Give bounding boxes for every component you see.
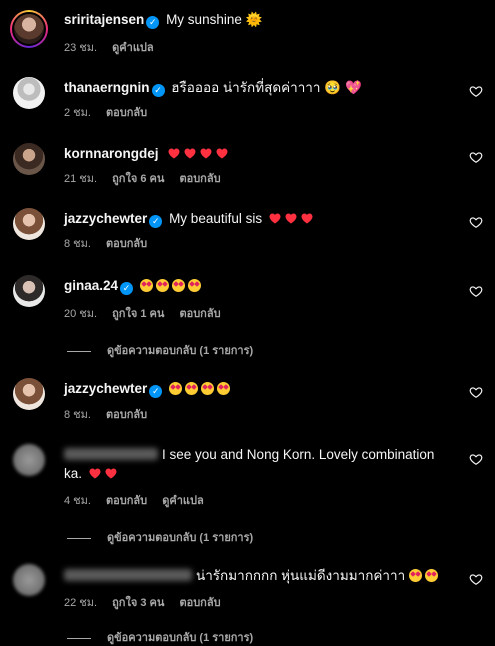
- avatar[interactable]: [13, 444, 45, 476]
- like-heart-icon[interactable]: [469, 385, 483, 399]
- comment-username[interactable]: sriritajensen: [64, 12, 144, 27]
- likes-count[interactable]: ถูกใจ 1 คน: [112, 308, 164, 320]
- comment-username[interactable]: jazzychewter: [64, 381, 147, 396]
- hearts-emoji: [269, 211, 317, 226]
- star-eyes-emoji: [169, 381, 233, 396]
- reply-button[interactable]: ตอบกลับ: [179, 308, 220, 320]
- like-heart-icon[interactable]: [469, 284, 483, 298]
- verified-badge-icon: ✓: [151, 84, 165, 97]
- comment-text: I see you and Nong Korn. Lovely combinat…: [162, 447, 435, 462]
- hearts-emoji: [168, 146, 232, 161]
- comment-time[interactable]: 2 ชม.: [64, 107, 91, 119]
- view-replies-button[interactable]: ดูข้อความตอบกลับ (1 รายการ): [67, 528, 253, 546]
- comment-time[interactable]: 22 ชม.: [64, 597, 97, 609]
- divider: [67, 537, 91, 539]
- like-heart-icon[interactable]: [469, 572, 483, 586]
- comment-username[interactable]: thanaerngnin: [64, 80, 150, 95]
- comment-time[interactable]: 20 ชม.: [64, 308, 97, 320]
- like-heart-icon[interactable]: [469, 150, 483, 164]
- star-eyes-emoji: [139, 278, 204, 293]
- comment-text: น่ารักมากกกก หุ่นแม่ดีงามมากค่าาา: [196, 568, 406, 583]
- reply-button[interactable]: ตอบกลับ: [106, 495, 147, 507]
- reply-button[interactable]: ตอบกลับ: [179, 597, 220, 609]
- blurred-username[interactable]: [64, 569, 192, 581]
- reply-button[interactable]: ตอบกลับ: [106, 238, 147, 250]
- likes-count[interactable]: ถูกใจ 3 คน: [112, 597, 164, 609]
- translate-link[interactable]: ดูคำแปล: [112, 42, 154, 54]
- avatar[interactable]: [13, 564, 45, 596]
- verified-badge-icon: ✓: [149, 215, 163, 228]
- divider: [67, 350, 91, 352]
- blurred-username[interactable]: [64, 448, 158, 460]
- view-replies-button[interactable]: ดูข้อความตอบกลับ (1 รายการ): [67, 628, 253, 646]
- view-replies-button[interactable]: ดูข้อความตอบกลับ (1 รายการ): [67, 341, 253, 359]
- comment-username[interactable]: ginaa.24: [64, 278, 118, 293]
- reply-button[interactable]: ตอบกลับ: [179, 173, 220, 185]
- comment-text: My beautiful sis: [169, 211, 263, 226]
- comment-text: ka.: [64, 466, 83, 481]
- comment-time[interactable]: 21 ชม.: [64, 173, 97, 185]
- comment-text: My sunshine: [166, 12, 242, 27]
- emoji: 🥹 💖: [324, 80, 363, 96]
- avatar[interactable]: [13, 77, 45, 109]
- like-heart-icon[interactable]: [469, 215, 483, 229]
- star-eyes-emoji: [408, 568, 441, 583]
- comment-text: ฮรืออออ น่ารักที่สุดค่าาาา: [171, 80, 321, 95]
- avatar[interactable]: [13, 143, 45, 175]
- like-heart-icon[interactable]: [469, 84, 483, 98]
- reply-button[interactable]: ตอบกลับ: [106, 107, 147, 119]
- avatar[interactable]: [13, 378, 45, 410]
- comment-time[interactable]: 23 ชม.: [64, 42, 97, 54]
- hearts-emoji: [89, 466, 121, 481]
- verified-badge-icon: ✓: [149, 385, 163, 398]
- comment-username[interactable]: kornnarongdej: [64, 146, 159, 161]
- sun-emoji-icon: 🌞: [245, 12, 263, 28]
- like-heart-icon[interactable]: [469, 452, 483, 466]
- likes-count[interactable]: ถูกใจ 6 คน: [112, 173, 164, 185]
- verified-badge-icon: ✓: [120, 282, 134, 295]
- translate-link[interactable]: ดูคำแปล: [162, 495, 204, 507]
- avatar[interactable]: [10, 10, 48, 48]
- avatar[interactable]: [13, 208, 45, 240]
- avatar[interactable]: [13, 275, 45, 307]
- divider: [67, 637, 91, 639]
- comment-time[interactable]: 4 ชม.: [64, 495, 91, 507]
- comment-time[interactable]: 8 ชม.: [64, 409, 91, 421]
- verified-badge-icon: ✓: [146, 16, 160, 29]
- comment-username[interactable]: jazzychewter: [64, 211, 147, 226]
- reply-button[interactable]: ตอบกลับ: [106, 409, 147, 421]
- comment-time[interactable]: 8 ชม.: [64, 238, 91, 250]
